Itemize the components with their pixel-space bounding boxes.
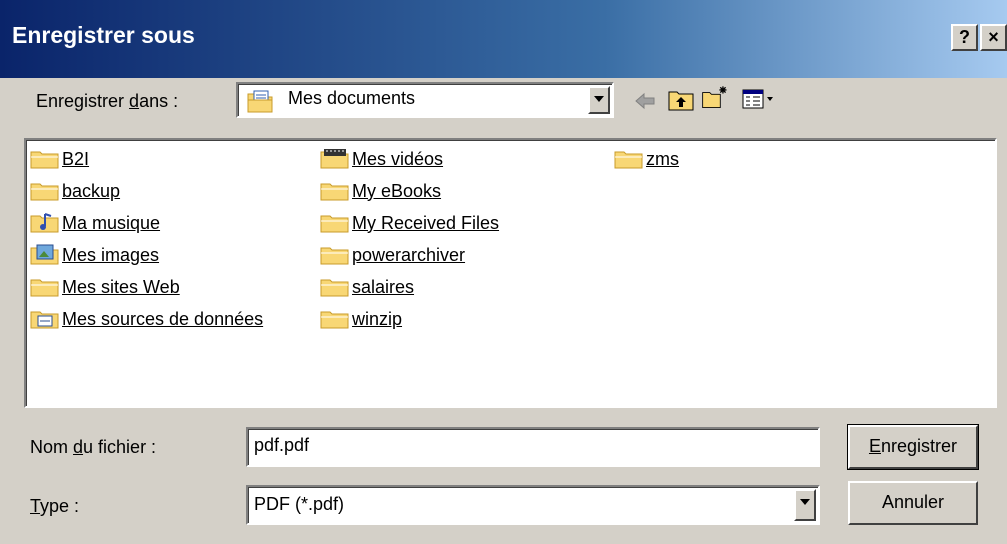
help-button[interactable]: ? [951,24,978,51]
up-folder-icon[interactable] [666,84,696,114]
cancel-button[interactable]: Annuler [848,481,978,525]
close-button[interactable]: × [980,24,1007,51]
help-icon: ? [959,27,970,47]
file-item-my-received-files[interactable]: My Received Files [320,210,499,236]
pictures-folder-icon [30,244,59,265]
file-item-mes-sites-web[interactable]: Mes sites Web [30,274,180,300]
file-item-my-ebooks[interactable]: My eBooks [320,178,441,204]
file-item-salaires[interactable]: salaires [320,274,414,300]
my-documents-icon [247,90,273,113]
filename-input[interactable]: pdf.pdf [246,427,820,467]
folder-icon [320,215,349,233]
folder-icon [30,279,59,297]
folder-icon [320,183,349,201]
file-item-winzip[interactable]: winzip [320,306,402,332]
file-item-zms[interactable]: zms [614,146,679,172]
folder-icon [320,247,349,265]
filetype-value: PDF (*.pdf) [254,494,345,514]
folder-icon [30,183,59,201]
save-in-dropdown-arrow[interactable] [588,86,610,114]
data-sources-folder-icon [30,311,59,329]
filetype-dropdown-arrow[interactable] [794,489,816,521]
file-item-b2i[interactable]: B2I [30,146,89,172]
window-title: Enregistrer sous [12,22,195,48]
folder-icon [614,151,643,169]
file-item-mes-videos[interactable]: Mes vidéos [320,146,443,172]
filename-label: Nom du fichier : [30,437,157,457]
new-folder-icon[interactable] [700,82,730,112]
folder-icon [320,279,349,297]
save-in-value: Mes documents [288,88,416,108]
filetype-combobox[interactable]: PDF (*.pdf) [246,485,820,525]
close-icon: × [988,27,999,47]
folder-icon [320,311,349,329]
file-list[interactable]: B2I backup Ma musique Mes images Mes sit… [24,138,997,408]
file-item-mes-images[interactable]: Mes images [30,242,159,268]
video-folder-icon [320,149,349,169]
file-item-ma-musique[interactable]: Ma musique [30,210,160,236]
music-folder-icon [30,213,59,233]
title-bar: Enregistrer sous ? × [0,0,1007,78]
file-item-mes-sources-de-donnees[interactable]: Mes sources de données [30,306,263,332]
back-arrow-icon[interactable] [630,86,660,116]
file-item-powerarchiver[interactable]: powerarchiver [320,242,465,268]
save-in-label: Enregistrer dans : [36,91,179,111]
view-menu-icon[interactable] [740,84,780,114]
save-in-combobox[interactable]: Mes documents [236,82,614,118]
file-item-backup[interactable]: backup [30,178,120,204]
save-button[interactable]: Enregistrer [847,424,979,470]
folder-icon [30,151,59,169]
filetype-label: Type : [30,496,80,516]
